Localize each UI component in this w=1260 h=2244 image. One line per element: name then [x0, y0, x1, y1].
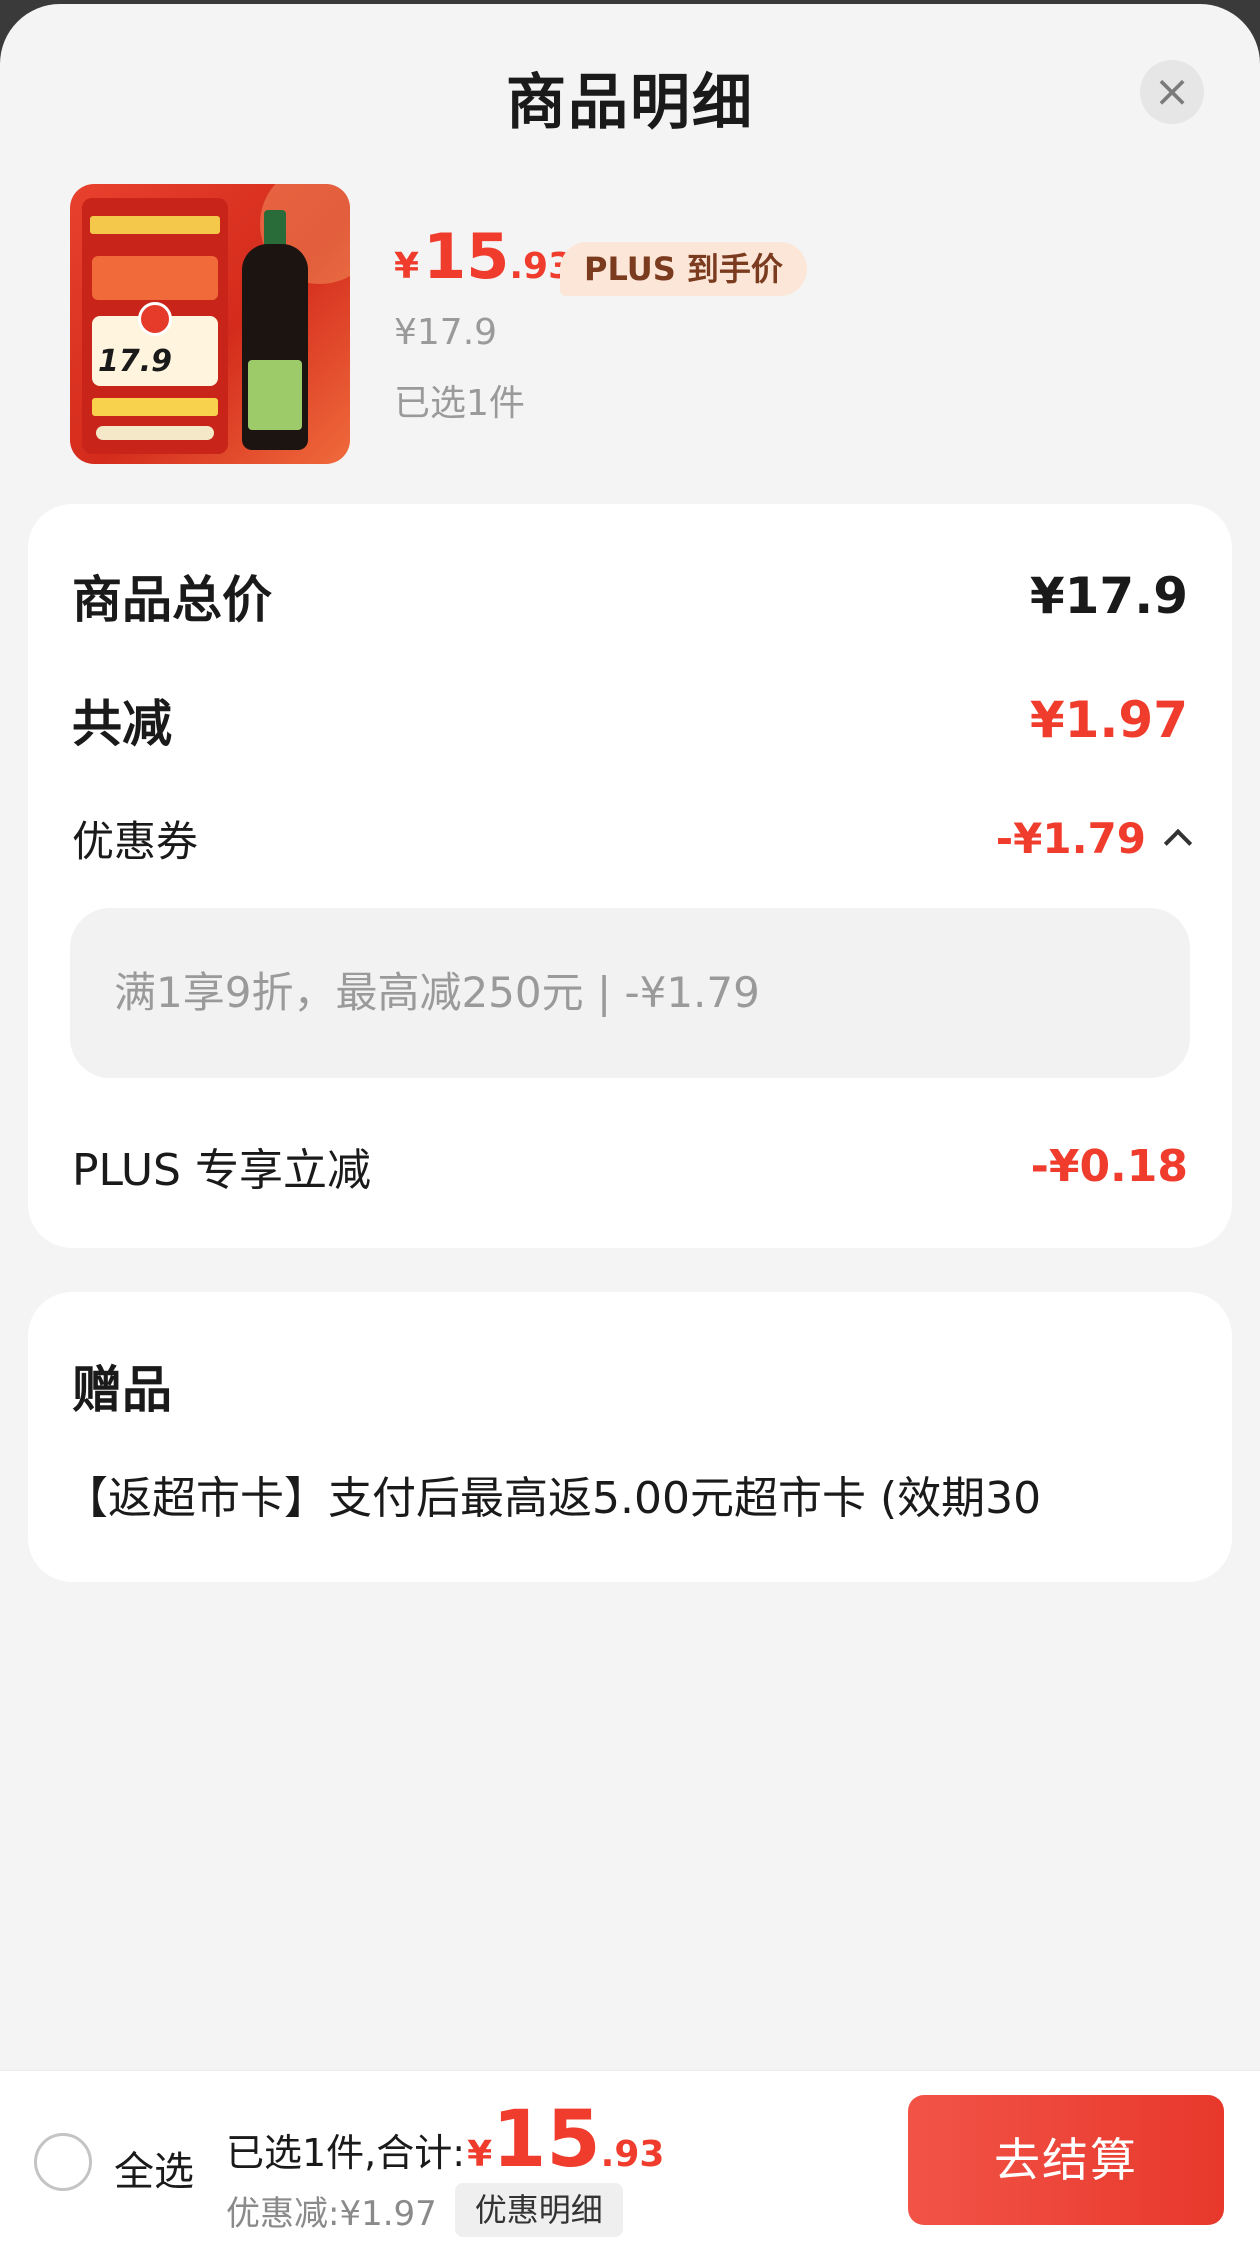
poster-price: 17.9 — [98, 344, 173, 379]
discount-text: 优惠减:¥1.97 — [226, 2193, 437, 2234]
coupon-detail: 满1享9折，最高减250元 | -¥1.79 — [70, 908, 1190, 1078]
close-button[interactable]: × — [1140, 60, 1204, 124]
poster-band — [92, 256, 218, 300]
plus-discount-value: -¥0.18 — [1030, 1140, 1188, 1192]
coupon-right: -¥1.79 — [995, 813, 1193, 863]
plus-price-tag: PLUS 到手价 — [560, 242, 807, 296]
total-price-label: 商品总价 — [72, 571, 272, 629]
coupon-label: 优惠券 — [72, 816, 199, 866]
bottle-neck — [264, 210, 286, 246]
gift-title: 赠品 — [72, 1361, 172, 1419]
coupon-value: -¥1.79 — [995, 813, 1146, 863]
total-reduction-row: 共减 ¥1.97 — [72, 684, 1188, 756]
sheet-title: 商品明细 — [506, 68, 754, 138]
price-breakdown-card: 商品总价 ¥17.9 共减 ¥1.97 优惠券 -¥1.79 满1享9折，最高减… — [28, 504, 1232, 1248]
plus-price: ¥ 15 .93 — [394, 220, 573, 293]
discount-detail-button[interactable]: 优惠明细 — [454, 2183, 623, 2237]
selected-count: 已选1件 — [394, 383, 525, 424]
poster-band — [90, 216, 220, 234]
chevron-up-icon[interactable] — [1163, 828, 1193, 858]
summary-text: 已选1件,合计: — [226, 2131, 466, 2175]
total-reduction-value: ¥1.97 — [1029, 691, 1188, 749]
total-price-value: ¥17.9 — [1029, 567, 1188, 625]
original-price: ¥17.9 — [394, 312, 498, 353]
plus-discount-label: PLUS 专享立减 — [72, 1145, 371, 1196]
total-reduction-label: 共减 — [72, 695, 172, 753]
gift-card: 赠品 【返超市卡】支付后最高返5.00元超市卡 (效期30 — [28, 1292, 1232, 1582]
discount-summary: 优惠减:¥1.97 优惠明细 — [226, 2183, 623, 2237]
poster-band — [96, 426, 214, 440]
promo-poster: 17.9 — [82, 198, 228, 454]
close-icon: × — [1153, 66, 1191, 117]
gift-description: 【返超市卡】支付后最高返5.00元超市卡 (效期30 — [64, 1473, 1042, 1524]
checkout-bar: 全选 已选1件,合计: ¥ 15 .93 优惠减:¥1.97 优惠明细 去结算 — [0, 2070, 1260, 2244]
summary-currency: ¥ — [467, 2134, 493, 2175]
price-integer: 15 — [423, 220, 510, 293]
total-summary: 已选1件,合计: ¥ 15 .93 — [226, 2095, 664, 2185]
bottle-icon — [238, 210, 312, 450]
summary-integer: 15 — [492, 2095, 601, 2185]
poster-band — [92, 398, 218, 416]
poster-stamp — [138, 302, 172, 336]
plus-discount-row: PLUS 专享立减 -¥0.18 — [72, 1134, 1188, 1198]
summary-decimal: .93 — [600, 2134, 665, 2175]
bottle-label — [248, 360, 302, 430]
select-all-checkbox[interactable] — [34, 2133, 92, 2191]
price-currency: ¥ — [394, 246, 420, 287]
product-detail-sheet: 商品明细 × 17.9 ¥ 15 .93 PLUS 到手价 ¥17.9 已选1件… — [0, 4, 1260, 2244]
total-price-row: 商品总价 ¥17.9 — [72, 560, 1188, 632]
coupon-row[interactable]: 优惠券 -¥1.79 — [72, 808, 1193, 868]
product-row: 17.9 ¥ 15 .93 PLUS 到手价 ¥17.9 已选1件 — [70, 180, 1220, 466]
product-image[interactable]: 17.9 — [70, 184, 350, 464]
select-all-label[interactable]: 全选 — [114, 2139, 194, 2197]
checkout-button[interactable]: 去结算 — [908, 2095, 1224, 2225]
